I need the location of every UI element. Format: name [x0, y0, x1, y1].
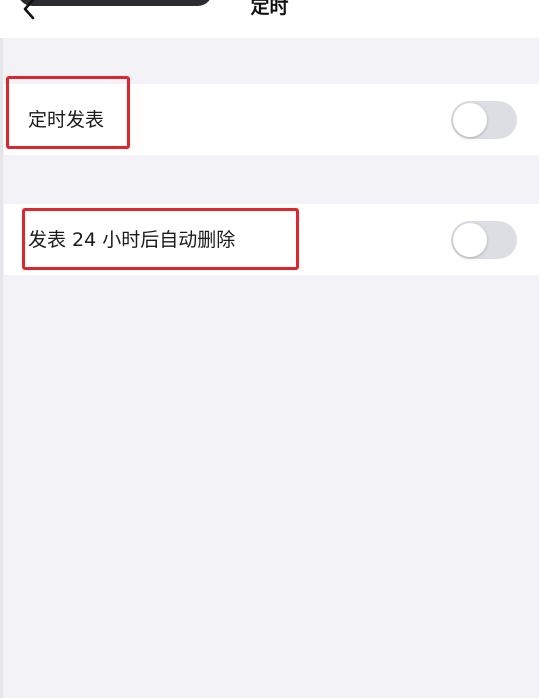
left-edge-divider [0, 0, 3, 698]
auto-delete-toggle[interactable] [451, 221, 517, 259]
highlight-box-scheduled-post [6, 76, 130, 149]
highlight-box-auto-delete [22, 208, 299, 270]
toggle-knob [453, 223, 487, 257]
nav-bar: 定时 [0, 0, 539, 38]
page-title: 定时 [250, 0, 289, 18]
screen: 定时 定时发表 发表 24 小时后自动删除 [0, 0, 539, 698]
scheduled-post-toggle[interactable] [451, 101, 517, 139]
toggle-knob [453, 103, 487, 137]
